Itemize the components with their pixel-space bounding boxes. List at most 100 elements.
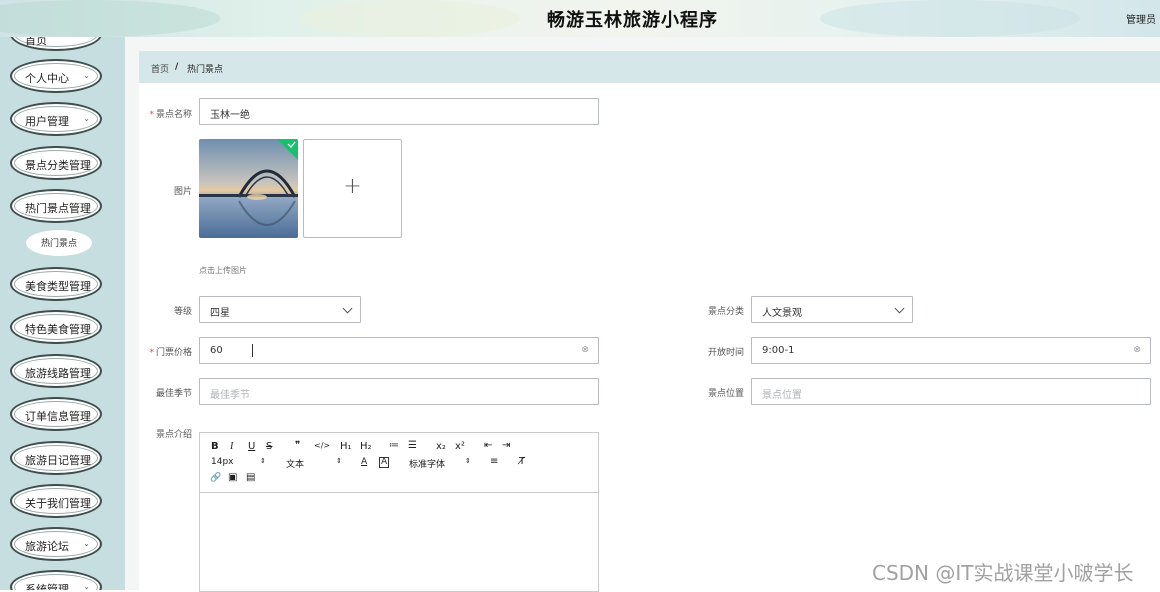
season-label: 最佳季节 <box>155 389 192 399</box>
block-type-select[interactable]: 文本 <box>286 457 304 470</box>
sidebar: 首页 个人中心 ⌄ 用户管理 ⌄ 景点分类管理 热门景点管理 热门景点 美食类型管理… <box>0 37 125 590</box>
sidebar-item-label: 用户管理 <box>25 115 69 128</box>
intro-label: 景点介绍 <box>155 430 192 440</box>
sidebar-item-forum[interactable]: 旅游论坛 ⌄ <box>10 527 102 561</box>
hours-label: 开放时间 <box>707 348 744 358</box>
user-menu[interactable]: 管理员 <box>1126 11 1156 26</box>
sidebar-item-food-type[interactable]: 美食类型管理 <box>10 267 102 301</box>
italic-icon[interactable]: I <box>230 441 233 452</box>
indent-icon[interactable]: ⇥ <box>502 440 510 451</box>
blockquote-icon[interactable]: ❞ <box>295 440 300 451</box>
upload-add-button[interactable]: + <box>303 139 402 238</box>
season-placeholder: 最佳季节 <box>210 390 250 401</box>
sidebar-subitem-hot-scenic[interactable]: 热门景点 <box>26 230 92 256</box>
level-value: 四星 <box>210 308 230 319</box>
image-label: 图片 <box>173 187 192 197</box>
clear-icon[interactable]: ⊗ <box>1133 345 1141 355</box>
sidebar-item-diary[interactable]: 旅游日记管理 <box>10 441 102 475</box>
sidebar-item-label: 系统管理 <box>25 583 69 590</box>
heading1-icon[interactable]: H₁ <box>340 441 352 452</box>
sidebar-item-label: 特色美食管理 <box>25 323 91 336</box>
upload-tip: 点击上传图片 <box>199 266 247 275</box>
sidebar-item-about[interactable]: 关于我们管理 <box>10 484 102 518</box>
chevron-down-icon: ⌄ <box>83 71 90 80</box>
bold-icon[interactable]: B <box>211 441 219 452</box>
code-block-icon[interactable]: </> <box>314 441 330 450</box>
app-header: 畅游玉林旅游小程序 管理员 <box>0 0 1160 37</box>
chevron-down-icon <box>894 303 905 314</box>
hours-input[interactable]: 9:00-1 ⊗ <box>751 337 1151 364</box>
category-select[interactable]: 人文景观 <box>751 296 913 323</box>
sidebar-item-system[interactable]: 系统管理 ⌄ <box>10 570 102 590</box>
clear-format-icon[interactable]: T̸ <box>519 456 525 467</box>
sidebar-item-scenic-category[interactable]: 景点分类管理 <box>10 146 102 180</box>
subscript-icon[interactable]: x₂ <box>436 441 446 452</box>
plus-icon: + <box>343 174 362 199</box>
text-cursor <box>252 344 253 357</box>
season-input[interactable]: 最佳季节 <box>199 378 599 405</box>
sidebar-item-hot-scenic[interactable]: 热门景点管理 <box>10 189 102 223</box>
sidebar-item-special-food[interactable]: 特色美食管理 <box>10 310 102 344</box>
image-icon[interactable]: ▣ <box>228 472 237 483</box>
name-value: 玉林一绝 <box>210 110 250 121</box>
name-input[interactable]: 玉林一绝 <box>199 98 599 125</box>
price-value: 60 <box>210 345 223 356</box>
chevron-updown-icon: ⇕ <box>465 457 471 465</box>
font-family-select[interactable]: 标准字体 <box>409 457 445 470</box>
outdent-icon[interactable]: ⇤ <box>484 440 492 451</box>
required-mark: * <box>149 348 154 358</box>
sidebar-item-label: 旅游论坛 <box>25 540 69 553</box>
sidebar-item-users[interactable]: 用户管理 ⌄ <box>10 102 102 136</box>
sidebar-item-label: 旅游日记管理 <box>25 454 91 467</box>
sidebar-item-label: 旅游线路管理 <box>25 367 91 380</box>
chevron-down-icon: ⌄ <box>83 539 90 548</box>
location-placeholder: 景点位置 <box>762 390 802 401</box>
rich-text-editor: B I U S ❞ </> H₁ H₂ ≔ ☰ x₂ x² ⇤ ⇥ 14px ⇕… <box>199 432 599 592</box>
app-title: 畅游玉林旅游小程序 <box>547 10 718 31</box>
sidebar-item-home[interactable]: 首页 <box>10 37 102 51</box>
sidebar-item-label: 个人中心 <box>25 72 69 85</box>
background-color-icon[interactable]: A <box>379 457 390 468</box>
category-value: 人文景观 <box>762 308 802 319</box>
price-label: * 门票价格 <box>149 348 192 358</box>
clear-icon[interactable]: ⊗ <box>581 345 589 355</box>
sidebar-item-profile[interactable]: 个人中心 ⌄ <box>10 59 102 93</box>
strikethrough-icon[interactable]: S <box>266 441 272 452</box>
sidebar-item-label: 关于我们管理 <box>25 497 91 510</box>
sidebar-item-label: 首页 <box>25 37 47 47</box>
location-input[interactable]: 景点位置 <box>751 378 1151 405</box>
sidebar-item-routes[interactable]: 旅游线路管理 <box>10 354 102 388</box>
chevron-down-icon: ⌄ <box>83 582 90 590</box>
sidebar-item-orders[interactable]: 订单信息管理 <box>10 397 102 431</box>
breadcrumb: 首页 / 热门景点 <box>139 51 1160 83</box>
font-size-select[interactable]: 14px <box>211 457 234 467</box>
font-color-icon[interactable]: A <box>361 457 367 467</box>
bullet-list-icon[interactable]: ☰ <box>408 440 417 451</box>
required-mark: * <box>149 110 154 120</box>
link-icon[interactable]: 🔗 <box>210 473 221 483</box>
align-icon[interactable]: ≡ <box>490 456 498 467</box>
ordered-list-icon[interactable]: ≔ <box>389 440 399 451</box>
hours-value: 9:00-1 <box>762 345 795 356</box>
underline-icon[interactable]: U <box>248 441 255 452</box>
chevron-updown-icon: ⇕ <box>336 457 342 465</box>
uploaded-image-thumbnail[interactable] <box>199 139 298 238</box>
breadcrumb-current: 热门景点 <box>187 65 224 75</box>
level-label: 等级 <box>173 307 192 317</box>
video-icon[interactable]: ▤ <box>246 472 255 483</box>
editor-toolbar: B I U S ❞ </> H₁ H₂ ≔ ☰ x₂ x² ⇤ ⇥ 14px ⇕… <box>200 433 598 493</box>
heading2-icon[interactable]: H₂ <box>360 441 372 452</box>
level-select[interactable]: 四星 <box>199 296 361 323</box>
category-label: 景点分类 <box>707 307 744 317</box>
chevron-down-icon: ⌄ <box>83 114 90 123</box>
sidebar-item-label: 景点分类管理 <box>25 159 91 172</box>
chevron-down-icon <box>342 303 353 314</box>
location-label: 景点位置 <box>707 389 744 399</box>
breadcrumb-separator: / <box>175 62 179 72</box>
watermark: CSDN @IT实战课堂小啵学长 <box>872 561 1134 585</box>
superscript-icon[interactable]: x² <box>455 441 465 452</box>
price-input[interactable]: 60 ⊗ <box>199 337 599 364</box>
breadcrumb-home[interactable]: 首页 <box>151 62 169 75</box>
sidebar-item-label: 订单信息管理 <box>25 410 91 423</box>
chevron-updown-icon: ⇕ <box>260 457 266 465</box>
